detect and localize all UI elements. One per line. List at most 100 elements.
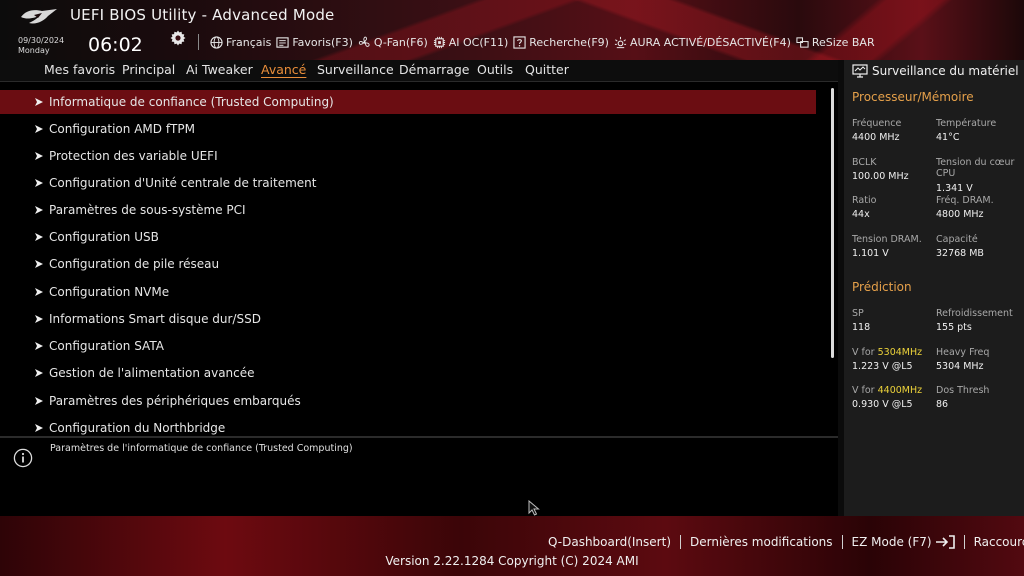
resize-bar-icon — [796, 36, 809, 48]
dos-thresh-value: 86 — [936, 399, 949, 410]
dram-frequency-label: Fréq. DRAM. — [936, 195, 994, 206]
menu-item-label: Protection des variable UEFI — [49, 149, 218, 163]
menu-item-usb-config[interactable]: Configuration USB — [0, 225, 816, 249]
menu-item-label: Configuration NVMe — [49, 285, 170, 299]
heavy-freq-value: 5304 MHz — [936, 361, 984, 372]
cooling-label: Refroidissement — [936, 308, 1013, 319]
menu-scrollbar[interactable] — [831, 88, 834, 358]
ai-oc-button[interactable]: AI OC(F11) — [433, 36, 508, 49]
v-prefix: V for — [852, 347, 878, 358]
frequency-label: Fréquence — [852, 118, 902, 129]
core-voltage-label: Tension du cœur CPU — [936, 157, 1015, 179]
v-for-high-freq-value: 1.223 V @L5 — [852, 361, 913, 372]
sp-value: 118 — [852, 322, 871, 333]
day-value: Monday — [18, 46, 50, 55]
menu-item-uefi-variables[interactable]: Protection des variable UEFI — [0, 144, 816, 168]
menu-item-apm[interactable]: Gestion de l'alimentation avancée — [0, 361, 816, 385]
arrow-right-icon — [35, 342, 43, 350]
menu-item-northbridge[interactable]: Configuration du Northbridge — [0, 416, 816, 435]
arrow-right-icon — [35, 125, 43, 133]
dram-frequency-value: 4800 MHz — [936, 209, 984, 220]
tab-favorites[interactable]: Mes favoris — [44, 62, 115, 77]
menu-item-smart-info[interactable]: Informations Smart disque dur/SSD — [0, 307, 816, 331]
dos-thresh-label: Dos Thresh — [936, 385, 990, 396]
menu-item-label: Configuration USB — [49, 230, 159, 244]
hardware-monitor-title: Surveillance du matériel — [872, 64, 1019, 78]
temperature-value: 41°C — [936, 132, 960, 143]
menu-item-pci-subsystem[interactable]: Paramètres de sous-système PCI — [0, 198, 816, 222]
v-base-freq: 4400MHz — [877, 385, 923, 396]
menu-item-trusted-computing[interactable]: Informatique de confiance (Trusted Compu… — [0, 90, 816, 114]
menu-item-sata-config[interactable]: Configuration SATA — [0, 334, 816, 358]
last-modified-button[interactable]: Dernières modifications — [690, 535, 833, 549]
arrow-right-icon — [35, 179, 43, 187]
v-prefix: V for — [852, 385, 878, 396]
language-button[interactable]: Français — [210, 36, 271, 49]
menu-item-amd-ftpm[interactable]: Configuration AMD fTPM — [0, 117, 816, 141]
resize-bar-button[interactable]: ReSize BAR — [796, 36, 875, 49]
ratio-value: 44x — [852, 209, 870, 220]
shortcuts-button[interactable]: Raccourcis — [974, 535, 1024, 549]
arrow-right-icon — [35, 424, 43, 432]
sp-label: SP — [852, 308, 864, 319]
tab-boot[interactable]: Démarrage — [399, 62, 470, 77]
menu-item-onboard-devices[interactable]: Paramètres des périphériques embarqués — [0, 389, 816, 413]
date-value: 09/30/2024 — [18, 36, 65, 45]
search-button[interactable]: Recherche(F9) — [513, 36, 609, 49]
header-divider — [198, 34, 199, 50]
ez-mode-label: EZ Mode (F7) — [851, 535, 932, 549]
menu-item-label: Configuration SATA — [49, 339, 164, 353]
menu-item-nvme-config[interactable]: Configuration NVMe — [0, 280, 816, 304]
arrow-right-icon — [35, 98, 43, 106]
qfan-button[interactable]: Q-Fan(F6) — [358, 36, 428, 49]
tab-advanced[interactable]: Avancé — [261, 62, 306, 77]
tab-main[interactable]: Principal — [122, 62, 175, 77]
q-dashboard-button[interactable]: Q-Dashboard(Insert) — [548, 535, 671, 549]
menu-item-label: Informatique de confiance (Trusted Compu… — [49, 95, 334, 109]
search-help-icon — [513, 35, 526, 49]
menu-item-label: Configuration AMD fTPM — [49, 122, 195, 136]
resize-bar-label: ReSize BAR — [811, 35, 875, 49]
favorites-button[interactable]: Favoris(F3) — [276, 36, 353, 49]
fan-icon — [358, 36, 370, 47]
menu-item-label: Configuration du Northbridge — [49, 421, 226, 435]
main-nav: Mes favoris Principal Ai Tweaker Avancé … — [0, 60, 838, 82]
capacity-value: 32768 MB — [936, 248, 984, 259]
menu-item-label: Paramètres des périphériques embarqués — [49, 394, 301, 408]
menu-item-network-stack[interactable]: Configuration de pile réseau — [0, 252, 816, 276]
header-bar: UEFI BIOS Utility - Advanced Mode 09/30/… — [0, 0, 1024, 60]
arrow-right-icon — [35, 315, 43, 323]
help-panel: Paramètres de l'informatique de confianc… — [0, 438, 838, 516]
arrow-right-icon — [35, 369, 43, 377]
ez-mode-button[interactable]: EZ Mode (F7) — [852, 535, 955, 549]
favorites-icon — [276, 36, 289, 48]
toolbar: Français Favoris(F3) Q-Fan(F6) AI OC(F11… — [210, 33, 875, 51]
menu-item-cpu-config[interactable]: Configuration d'Unité centrale de traite… — [0, 171, 816, 195]
v-for-base-freq-label: V for 4400MHz — [852, 385, 922, 396]
tab-exit[interactable]: Quitter — [525, 62, 569, 77]
footer-links: Q-Dashboard(Insert) Dernières modificati… — [548, 533, 1024, 551]
v-for-high-freq-label: V for 5304MHz — [852, 347, 922, 358]
date-display: 09/30/2024 Monday — [18, 36, 64, 56]
favorites-label: Favoris(F3) — [292, 35, 353, 49]
footer-divider — [841, 535, 843, 549]
gear-icon[interactable] — [170, 30, 186, 46]
mouse-cursor-icon — [528, 500, 540, 516]
aura-icon — [614, 36, 627, 48]
help-text: Paramètres de l'informatique de confianc… — [50, 443, 353, 454]
arrow-right-icon — [35, 152, 43, 160]
footer-divider — [963, 535, 965, 549]
cpu-memory-title: Processeur/Mémoire — [852, 90, 974, 104]
capacity-label: Capacité — [936, 234, 978, 245]
dram-voltage-label: Tension DRAM. — [852, 234, 922, 245]
tab-tool[interactable]: Outils — [477, 62, 513, 77]
tab-ai-tweaker[interactable]: Ai Tweaker — [186, 62, 253, 77]
core-voltage-value: 1.341 V — [936, 183, 973, 194]
arrow-right-icon — [35, 206, 43, 214]
exit-arrow-icon — [935, 535, 955, 549]
aura-button[interactable]: AURA ACTIVÉ/DÉSACTIVÉ(F4) — [614, 36, 791, 49]
menu-item-label: Paramètres de sous-système PCI — [49, 203, 246, 217]
menu-item-label: Gestion de l'alimentation avancée — [49, 366, 255, 380]
dram-voltage-value: 1.101 V — [852, 248, 889, 259]
tab-monitor[interactable]: Surveillance — [317, 62, 394, 77]
